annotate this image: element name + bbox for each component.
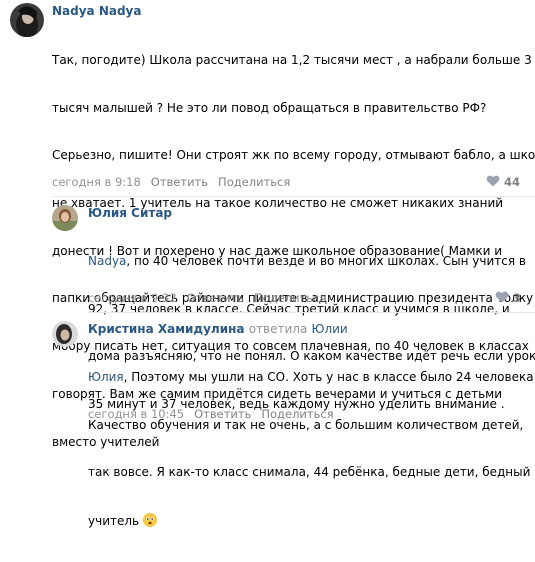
replied-label: ответила — [248, 322, 308, 336]
comment-meta: сегодня в 9:18 Ответить Поделиться — [52, 175, 290, 189]
avatar-photo-icon — [10, 3, 44, 37]
like-button[interactable]: 44 — [486, 175, 520, 190]
avatar[interactable] — [52, 205, 78, 231]
comment-text: Юлия, Поэтому мы ушли на СО. Хоть у нас … — [88, 338, 535, 562]
replied-to-link[interactable]: Юлии — [312, 322, 348, 336]
heart-icon — [495, 291, 509, 306]
reply-button[interactable]: Ответить — [187, 291, 244, 305]
comment-line: Юлия, Поэтому мы ушли на СО. Хоть у нас … — [88, 369, 535, 384]
mention-link[interactable]: Nadya — [88, 254, 126, 268]
heart-icon — [486, 175, 500, 190]
like-button[interactable]: 3 — [495, 291, 521, 306]
sad-face-emoji-icon — [142, 512, 157, 527]
author-name[interactable]: Кристина Хамидулина — [88, 322, 245, 336]
comment-line: тысяч малышей ? Не это ли повод обращать… — [52, 100, 487, 115]
like-count: 3 — [513, 291, 522, 305]
reply-button[interactable]: Ответить — [151, 175, 208, 189]
mention-link[interactable]: Юлия — [88, 370, 124, 384]
comment-author[interactable]: Кристина Хамидулина ответила Юлии — [88, 322, 348, 336]
comment-date[interactable]: сегодня в 10:45 — [88, 407, 184, 421]
comment-line: учитель — [88, 512, 535, 530]
avatar[interactable] — [10, 3, 44, 37]
comment-line: Так, погодите) Школа рассчитана на 1,2 т… — [52, 52, 532, 67]
comment-date[interactable]: сегодня в 9:32 — [88, 291, 177, 305]
avatar[interactable] — [52, 321, 78, 347]
avatar-photo-icon — [52, 205, 78, 231]
divider — [88, 312, 535, 313]
like-count: 44 — [504, 175, 521, 189]
comment-meta: сегодня в 9:32 Ответить Поделиться — [88, 291, 326, 305]
comment-line: Серьезно, пишите! Они строят жк по всему… — [52, 148, 535, 163]
comment-author[interactable]: Nadya Nadya — [52, 4, 141, 18]
comment-author[interactable]: Юлия Ситар — [88, 206, 172, 220]
avatar-photo-icon — [52, 321, 78, 347]
share-button[interactable]: Поделиться — [254, 291, 326, 305]
share-button[interactable]: Поделиться — [261, 407, 333, 421]
comment-meta: сегодня в 10:45 Ответить Поделиться — [88, 407, 334, 421]
reply-button[interactable]: Ответить — [194, 407, 251, 421]
comment-line: так вовсе. Я как-то класс снимала, 44 ре… — [88, 465, 531, 480]
comment-date[interactable]: сегодня в 9:18 — [52, 175, 141, 189]
comment-line: Nadya, по 40 человек почти везде и во мн… — [88, 253, 526, 268]
divider — [52, 196, 535, 197]
share-button[interactable]: Поделиться — [218, 175, 290, 189]
